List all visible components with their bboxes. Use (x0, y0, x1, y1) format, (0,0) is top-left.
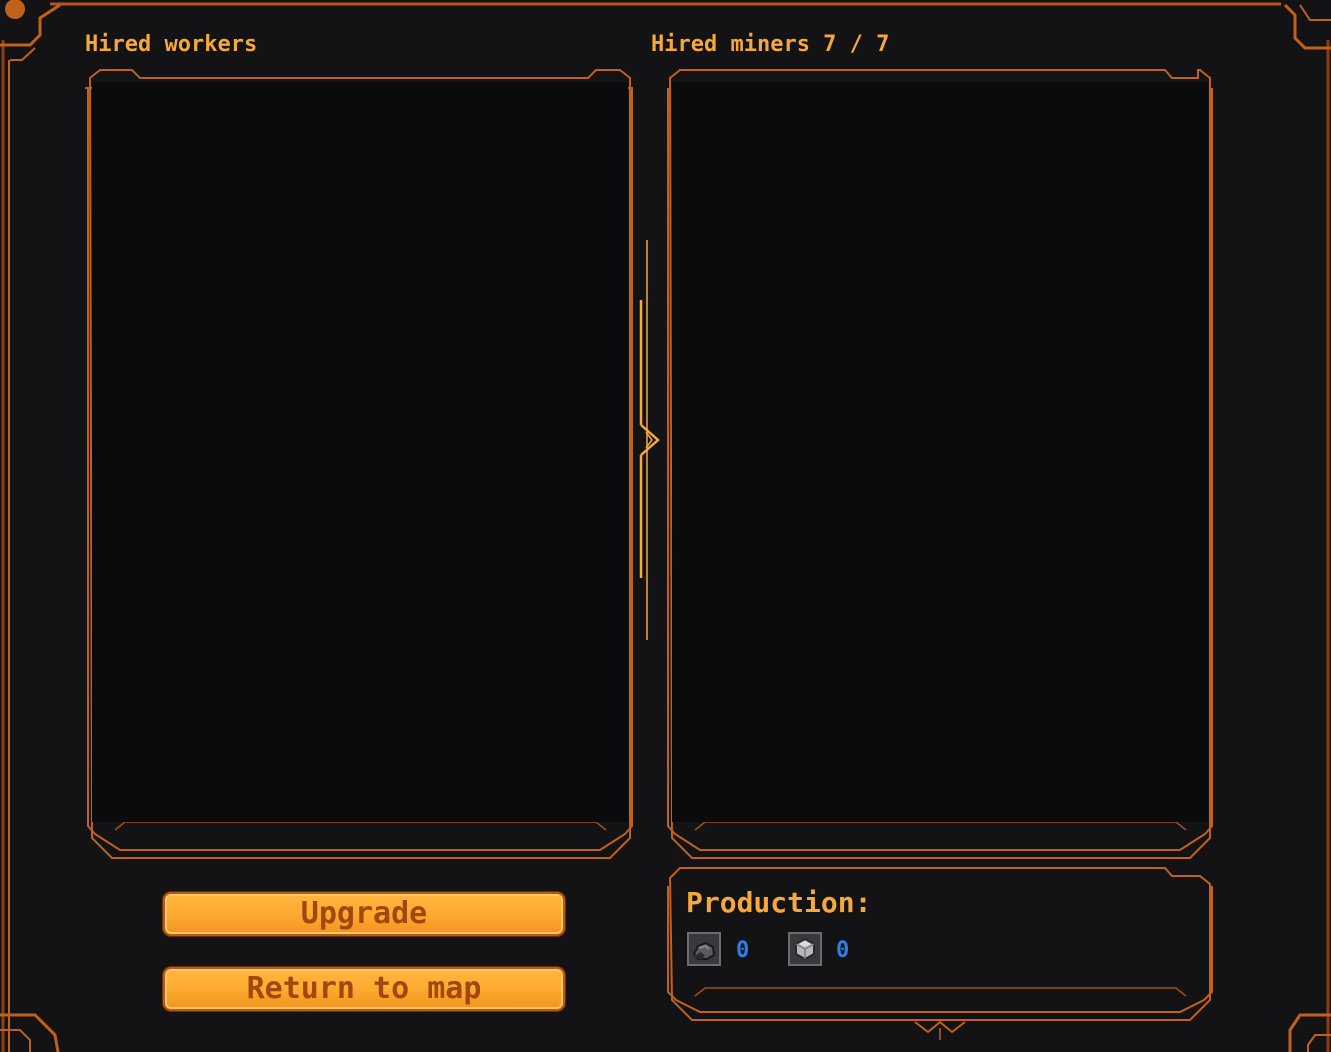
production-title: Production: (686, 886, 872, 919)
return-to-map-button[interactable]: Return to map (163, 967, 565, 1011)
upgrade-button[interactable]: Upgrade (163, 892, 565, 936)
hired-miners-list[interactable] (672, 82, 1208, 822)
hired-miners-title: Hired miners 7 / 7 (651, 32, 890, 57)
mine-workers-screen: Hired workers Hired miners 7 / 7 Upgrade… (0, 0, 1331, 1052)
iron-ore-count: 0 (836, 938, 850, 963)
iron-ore-icon (788, 932, 822, 966)
coal-ore-icon (687, 932, 721, 966)
coal-ore-count: 0 (736, 938, 750, 963)
hired-workers-title: Hired workers (85, 32, 258, 57)
hired-workers-list[interactable] (92, 82, 628, 822)
